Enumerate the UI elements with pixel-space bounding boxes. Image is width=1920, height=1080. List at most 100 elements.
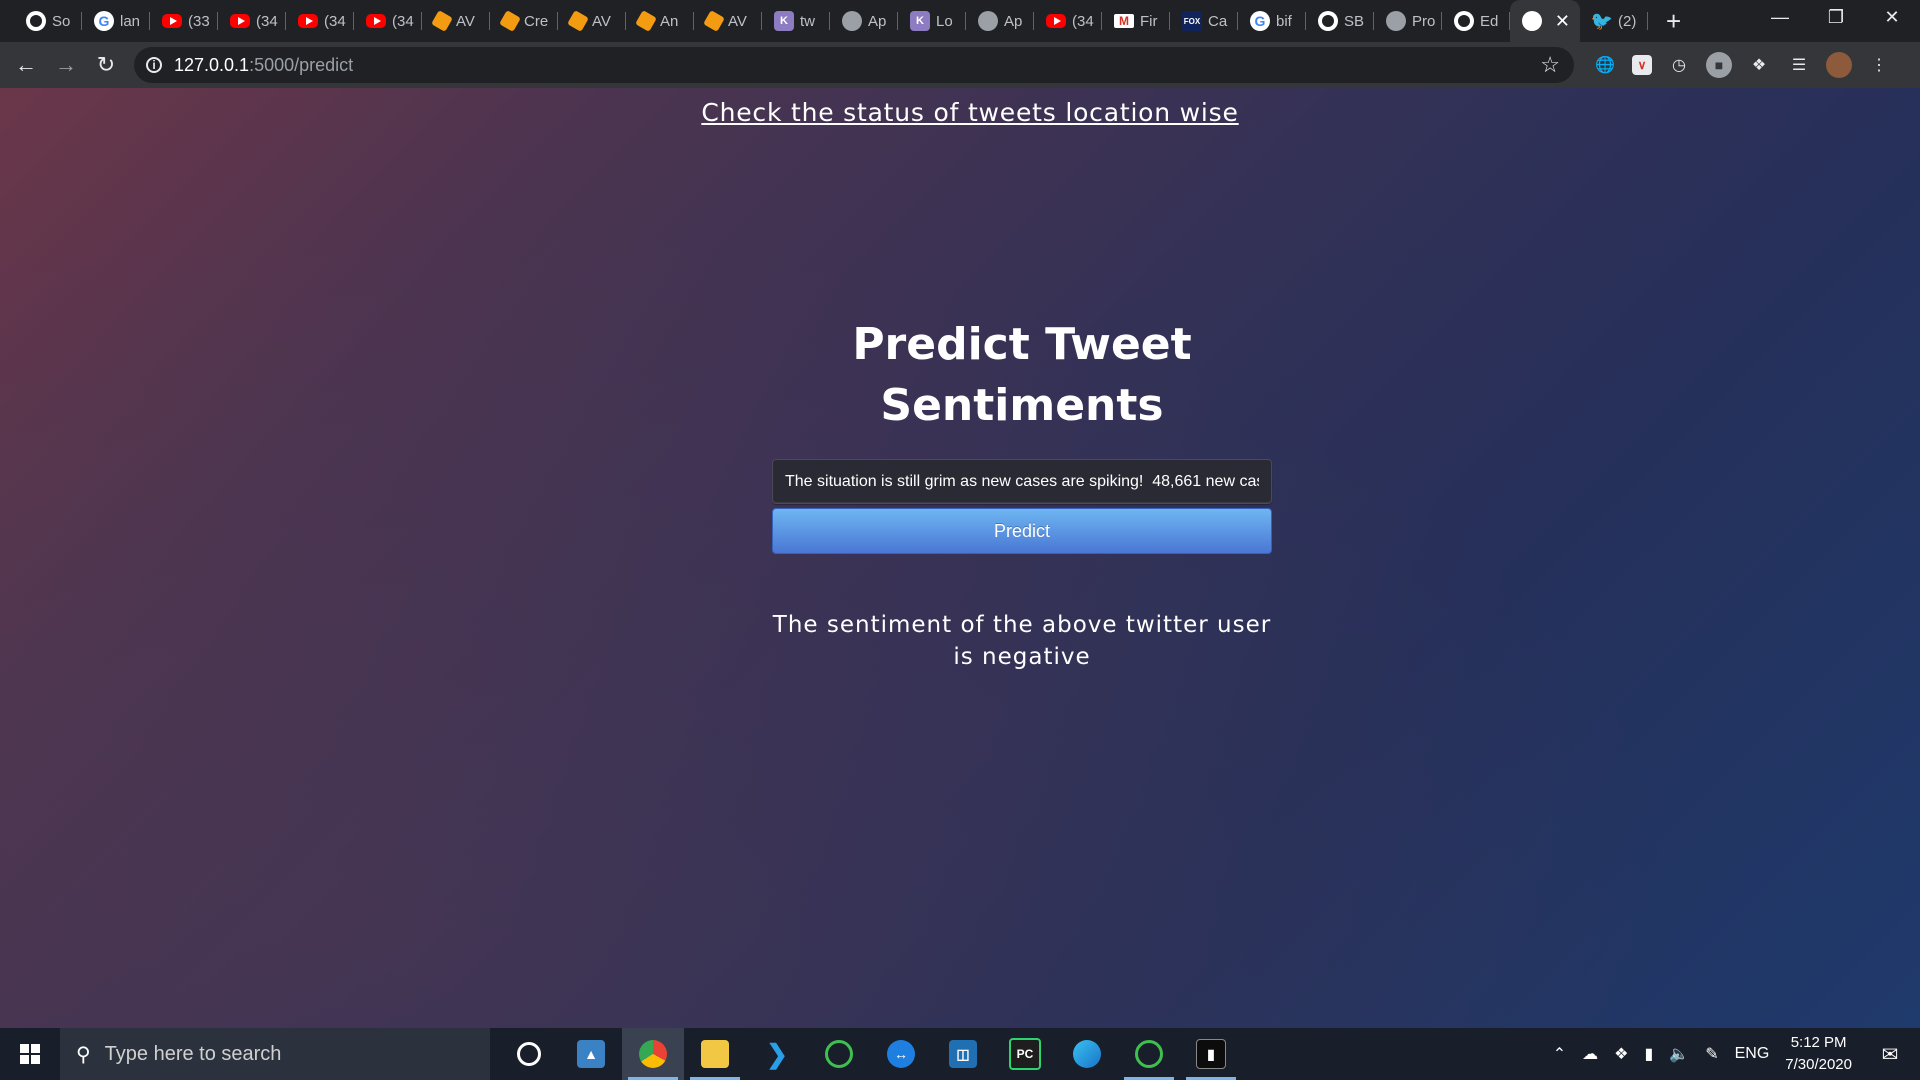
media-queue-icon[interactable]: ☰	[1786, 52, 1812, 78]
web-favicon-icon	[842, 11, 862, 31]
extensions-puzzle-icon[interactable]: ❖	[1746, 52, 1772, 78]
address-bar[interactable]: i 127.0.0.1:5000/predict ☆	[134, 47, 1574, 83]
clock[interactable]: 5:12 PM 7/30/2020	[1785, 1032, 1852, 1076]
browser-tab[interactable]: Ktw	[762, 0, 830, 42]
browser-tab[interactable]: FOX Ca	[1170, 0, 1238, 42]
twitter-favicon-icon: 🐦	[1590, 10, 1614, 31]
sync-app-2-icon[interactable]	[1118, 1028, 1180, 1080]
browser-tab[interactable]: (34	[218, 0, 286, 42]
menu-kebab-icon[interactable]: ⋮	[1866, 52, 1892, 78]
tab-label: Lo	[936, 12, 953, 30]
predict-button[interactable]: Predict	[772, 508, 1272, 554]
web-favicon-icon	[978, 11, 998, 31]
location-status-link[interactable]: Check the status of tweets location wise	[0, 98, 1920, 127]
browser-tab[interactable]: So	[14, 0, 82, 42]
pycharm-icon[interactable]: PC	[994, 1028, 1056, 1080]
browser-tab[interactable]: Fir	[1102, 0, 1170, 42]
teamviewer-icon[interactable]: ↔	[870, 1028, 932, 1080]
sync-app-icon[interactable]	[808, 1028, 870, 1080]
aws-favicon-icon	[499, 10, 521, 32]
terminal-icon[interactable]: ▮	[1180, 1028, 1242, 1080]
tab-label: tw	[800, 12, 815, 30]
browser-tab[interactable]: AV	[558, 0, 626, 42]
extension-icons: 🌐 ∨ ◷ ■ ❖ ☰ ⋮	[1592, 52, 1892, 78]
close-window-icon[interactable]: ✕	[1864, 0, 1920, 34]
tray-overflow-chevron-icon[interactable]: ⌃	[1553, 1044, 1566, 1064]
aws-favicon-icon	[567, 10, 589, 32]
tab-label: (34	[256, 12, 278, 30]
pen-icon[interactable]: ✎	[1705, 1044, 1718, 1064]
tweet-input[interactable]	[772, 459, 1272, 504]
browser-tab[interactable]: (34	[1034, 0, 1102, 42]
tab-list: So Glan (33 (34 (34 (34 AV Cre AV An AV Ktw Ap K Lo Ap (…	[0, 0, 1648, 42]
new-tab-button[interactable]: +	[1666, 6, 1681, 37]
browser-tab[interactable]: Glan	[82, 0, 150, 42]
browser-tab[interactable]: Cre	[490, 0, 558, 42]
dropbox-icon[interactable]: ❖	[1614, 1044, 1628, 1064]
browser-tab[interactable]: Ap	[830, 0, 898, 42]
youtube-favicon-icon	[366, 14, 386, 28]
browser-tab[interactable]: (34	[286, 0, 354, 42]
browser-tab[interactable]: (33	[150, 0, 218, 42]
tab-label: Fir	[1140, 12, 1158, 30]
tab-label: (2)	[1618, 12, 1637, 30]
tab-label: AV	[592, 12, 611, 30]
tab-label: An	[660, 12, 679, 30]
browser-tab[interactable]: AV	[694, 0, 762, 42]
translate-globe-icon[interactable]: 🌐	[1592, 52, 1618, 78]
language-indicator[interactable]: ENG	[1735, 1045, 1770, 1063]
vscode-icon[interactable]: ❯	[746, 1028, 808, 1080]
browser-tab[interactable]: K Lo	[898, 0, 966, 42]
k-favicon-icon: K	[910, 11, 930, 31]
speed-gauge-icon[interactable]: ◷	[1666, 52, 1692, 78]
tab-label: Ap	[1004, 12, 1023, 30]
onedrive-icon[interactable]: ☁	[1582, 1044, 1598, 1064]
start-button[interactable]	[0, 1028, 60, 1080]
browser-tab[interactable]: ✕	[1510, 0, 1580, 42]
predict-form-container: Predict Tweet Sentiments Predict The sen…	[772, 314, 1272, 673]
profile-avatar[interactable]	[1826, 52, 1852, 78]
browser-tab-strip: So Glan (33 (34 (34 (34 AV Cre AV An AV Ktw Ap K Lo Ap (…	[0, 0, 1920, 42]
aws-favicon-icon	[431, 10, 453, 32]
tab-label: Ed	[1480, 12, 1499, 30]
forward-arrow-icon[interactable]: →	[46, 45, 86, 85]
browser-tab[interactable]: SB	[1306, 0, 1374, 42]
browser-tab[interactable]: An	[626, 0, 694, 42]
reload-icon[interactable]: ↻	[86, 45, 126, 85]
pocket-icon[interactable]: ∨	[1632, 55, 1652, 75]
browser-toolbar: ← → ↻ i 127.0.0.1:5000/predict ☆ 🌐 ∨ ◷ ■…	[0, 42, 1920, 88]
restore-icon[interactable]: ❐	[1808, 0, 1864, 34]
taskbar-search[interactable]: ⚲ Type here to search	[60, 1028, 490, 1080]
tab-close-icon[interactable]: ✕	[1555, 11, 1570, 32]
back-arrow-icon[interactable]: ←	[6, 45, 46, 85]
windows-taskbar: ⚲ Type here to search ▲ ❯ ↔ ◫ PC ▮ ⌃ ☁ ❖…	[0, 1028, 1920, 1080]
browser-tab[interactable]: 🐦 (2)	[1580, 0, 1648, 42]
cortana-icon[interactable]	[498, 1028, 560, 1080]
browser-tab[interactable]: Ap	[966, 0, 1034, 42]
tab-label: Cre	[524, 12, 549, 30]
sticky-app-icon[interactable]: ◫	[932, 1028, 994, 1080]
browser-tab[interactable]: (34	[354, 0, 422, 42]
browser-tab[interactable]: AV	[422, 0, 490, 42]
volume-icon[interactable]: 🔈	[1669, 1044, 1689, 1064]
tab-label: (33	[188, 12, 210, 30]
minimize-icon[interactable]: —	[1752, 0, 1808, 34]
browser-tab[interactable]: Pro	[1374, 0, 1442, 42]
edge-icon[interactable]	[1056, 1028, 1118, 1080]
notification-center-icon[interactable]: ✉	[1870, 1042, 1910, 1067]
page-title: Predict Tweet Sentiments	[852, 319, 1192, 431]
youtube-favicon-icon	[230, 14, 250, 28]
info-icon[interactable]: i	[146, 57, 162, 73]
browser-tab[interactable]: Ed	[1442, 0, 1510, 42]
photos-app-icon[interactable]: ▲	[560, 1028, 622, 1080]
clock-time: 5:12 PM	[1790, 1034, 1847, 1051]
google-favicon-icon: G	[94, 11, 114, 31]
battery-icon[interactable]: ▮	[1644, 1044, 1653, 1064]
file-explorer-icon[interactable]	[684, 1028, 746, 1080]
reader-extension-icon[interactable]: ■	[1706, 52, 1732, 78]
bookmark-star-icon[interactable]: ☆	[1540, 52, 1560, 78]
chrome-app-icon[interactable]	[622, 1028, 684, 1080]
github-favicon-icon	[1454, 11, 1474, 31]
youtube-favicon-icon	[298, 14, 318, 28]
browser-tab[interactable]: Gbif	[1238, 0, 1306, 42]
